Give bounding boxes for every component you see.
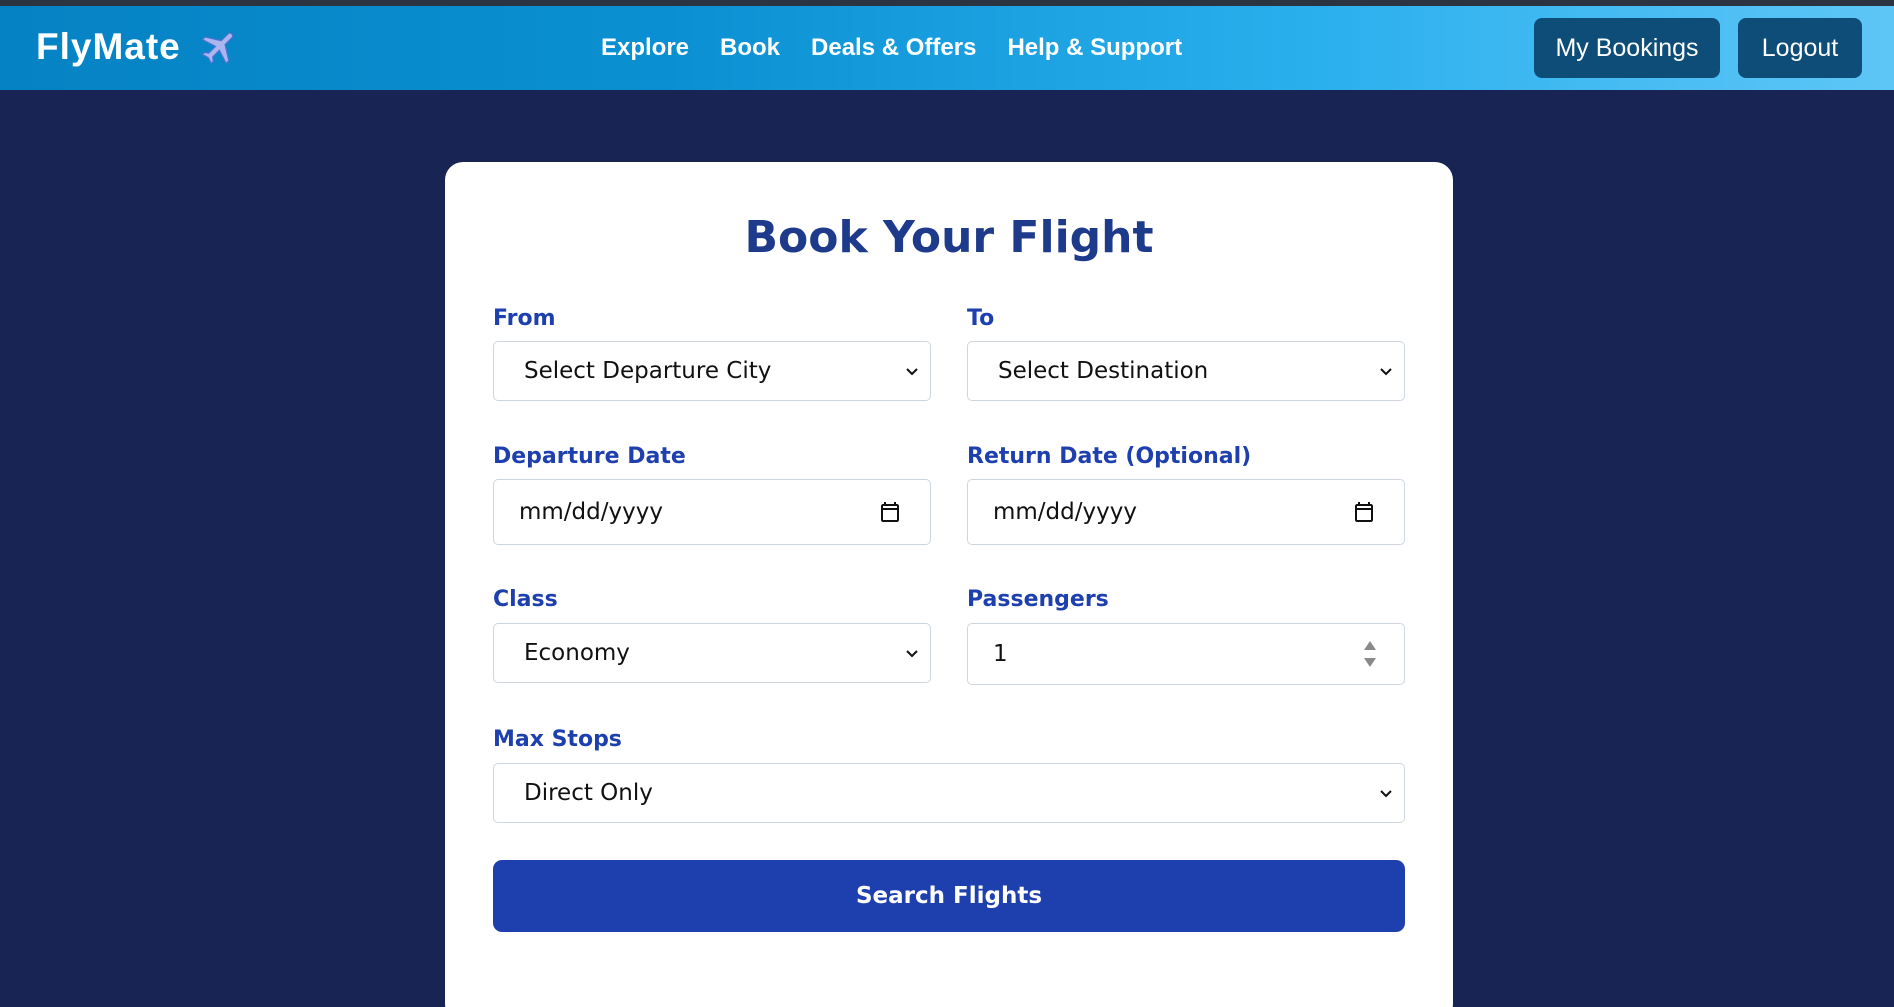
nav-deals-offers[interactable]: Deals & Offers	[811, 34, 976, 62]
return-date-input[interactable]: mm/dd/yyyy	[967, 479, 1405, 545]
logout-button[interactable]: Logout	[1738, 18, 1862, 78]
from-select[interactable]: Select Departure City	[493, 341, 931, 401]
return-date-label: Return Date (Optional)	[967, 444, 1252, 469]
calendar-icon[interactable]	[878, 500, 902, 524]
return-date-placeholder: mm/dd/yyyy	[993, 499, 1137, 525]
to-label: To	[967, 306, 995, 331]
departure-date-placeholder: mm/dd/yyyy	[519, 499, 663, 525]
chevron-down-icon	[906, 368, 918, 376]
booking-card: Book Your Flight From Select Departure C…	[445, 162, 1453, 1007]
max-stops-label: Max Stops	[493, 727, 622, 752]
brand-name: FlyMate	[36, 26, 181, 67]
number-stepper-icon[interactable]	[1362, 637, 1378, 671]
passengers-input[interactable]: 1	[967, 623, 1405, 685]
chevron-down-icon	[1380, 790, 1392, 798]
departure-date-input[interactable]: mm/dd/yyyy	[493, 479, 931, 545]
to-select-value: Select Destination	[998, 358, 1209, 384]
page-title: Book Your Flight	[744, 212, 1154, 263]
passengers-label: Passengers	[967, 587, 1109, 612]
my-bookings-button[interactable]: My Bookings	[1534, 18, 1720, 78]
main-nav: Explore Book Deals & Offers Help & Suppo…	[601, 34, 1213, 62]
class-select[interactable]: Economy	[493, 623, 931, 683]
calendar-icon[interactable]	[1352, 500, 1376, 524]
chevron-down-icon	[906, 650, 918, 658]
from-label: From	[493, 306, 556, 331]
max-stops-select[interactable]: Direct Only	[493, 763, 1405, 823]
nav-book[interactable]: Book	[720, 34, 780, 62]
max-stops-select-value: Direct Only	[524, 780, 653, 806]
airplane-icon	[201, 32, 233, 64]
chevron-down-icon	[1380, 368, 1392, 376]
navbar: FlyMate Explore Book Deals & Offers Help…	[0, 6, 1894, 90]
class-label: Class	[493, 587, 558, 612]
nav-explore[interactable]: Explore	[601, 34, 689, 62]
departure-date-label: Departure Date	[493, 444, 686, 469]
to-select[interactable]: Select Destination	[967, 341, 1405, 401]
class-select-value: Economy	[524, 640, 630, 666]
brand[interactable]: FlyMate	[36, 26, 241, 68]
search-flights-button[interactable]: Search Flights	[493, 860, 1405, 932]
from-select-value: Select Departure City	[524, 358, 772, 384]
nav-help-support[interactable]: Help & Support	[1007, 34, 1182, 62]
passengers-value: 1	[993, 641, 1008, 667]
